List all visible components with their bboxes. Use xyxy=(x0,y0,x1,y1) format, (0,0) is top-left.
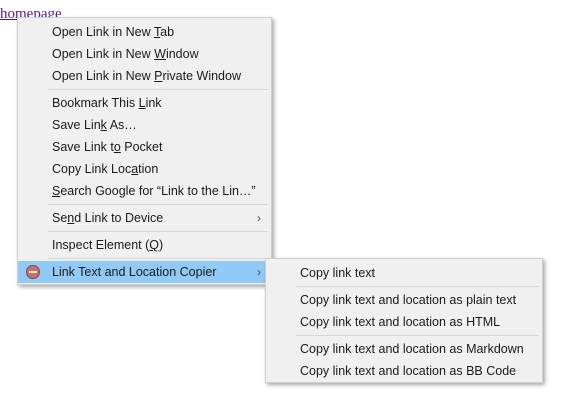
menu-separator xyxy=(48,204,268,205)
link-copier-submenu: Copy link text Copy link text and locati… xyxy=(265,258,543,383)
menu-separator xyxy=(296,286,539,287)
submenu-item-copy-plain-text[interactable]: Copy link text and location as plain tex… xyxy=(266,289,542,311)
menu-item-save-link-as[interactable]: Save Link As… xyxy=(18,114,271,136)
menu-separator xyxy=(296,335,539,336)
menu-item-open-private-window[interactable]: Open Link in New Private Window xyxy=(18,65,271,87)
submenu-item-copy-html[interactable]: Copy link text and location as HTML xyxy=(266,311,542,333)
menu-item-bookmark-link[interactable]: Bookmark This Link xyxy=(18,92,271,114)
menu-separator xyxy=(48,231,268,232)
menu-item-open-new-tab[interactable]: Open Link in New Tab xyxy=(18,21,271,43)
menu-item-inspect-element[interactable]: Inspect Element (Q) xyxy=(18,234,271,256)
menu-item-open-new-window[interactable]: Open Link in New Window xyxy=(18,43,271,65)
menu-item-copy-link-location[interactable]: Copy Link Location xyxy=(18,158,271,180)
submenu-item-copy-markdown[interactable]: Copy link text and location as Markdown xyxy=(266,338,542,360)
chevron-right-icon: › xyxy=(257,211,261,225)
submenu-item-copy-link-text[interactable]: Copy link text xyxy=(266,262,542,284)
menu-separator xyxy=(48,258,268,259)
chevron-right-icon: › xyxy=(257,265,261,279)
menu-item-save-to-pocket[interactable]: Save Link to Pocket xyxy=(18,136,271,158)
submenu-item-copy-bbcode[interactable]: Copy link text and location as BB Code xyxy=(266,360,542,382)
extension-icon xyxy=(26,265,40,279)
menu-item-send-link-to-device[interactable]: Send Link to Device › xyxy=(18,207,271,229)
menu-item-search-google[interactable]: Search Google for “Link to the Lin…” xyxy=(18,180,271,202)
menu-item-link-text-location-copier[interactable]: Link Text and Location Copier › xyxy=(18,261,271,283)
link-context-menu: Open Link in New Tab Open Link in New Wi… xyxy=(17,17,272,285)
menu-separator xyxy=(48,89,268,90)
